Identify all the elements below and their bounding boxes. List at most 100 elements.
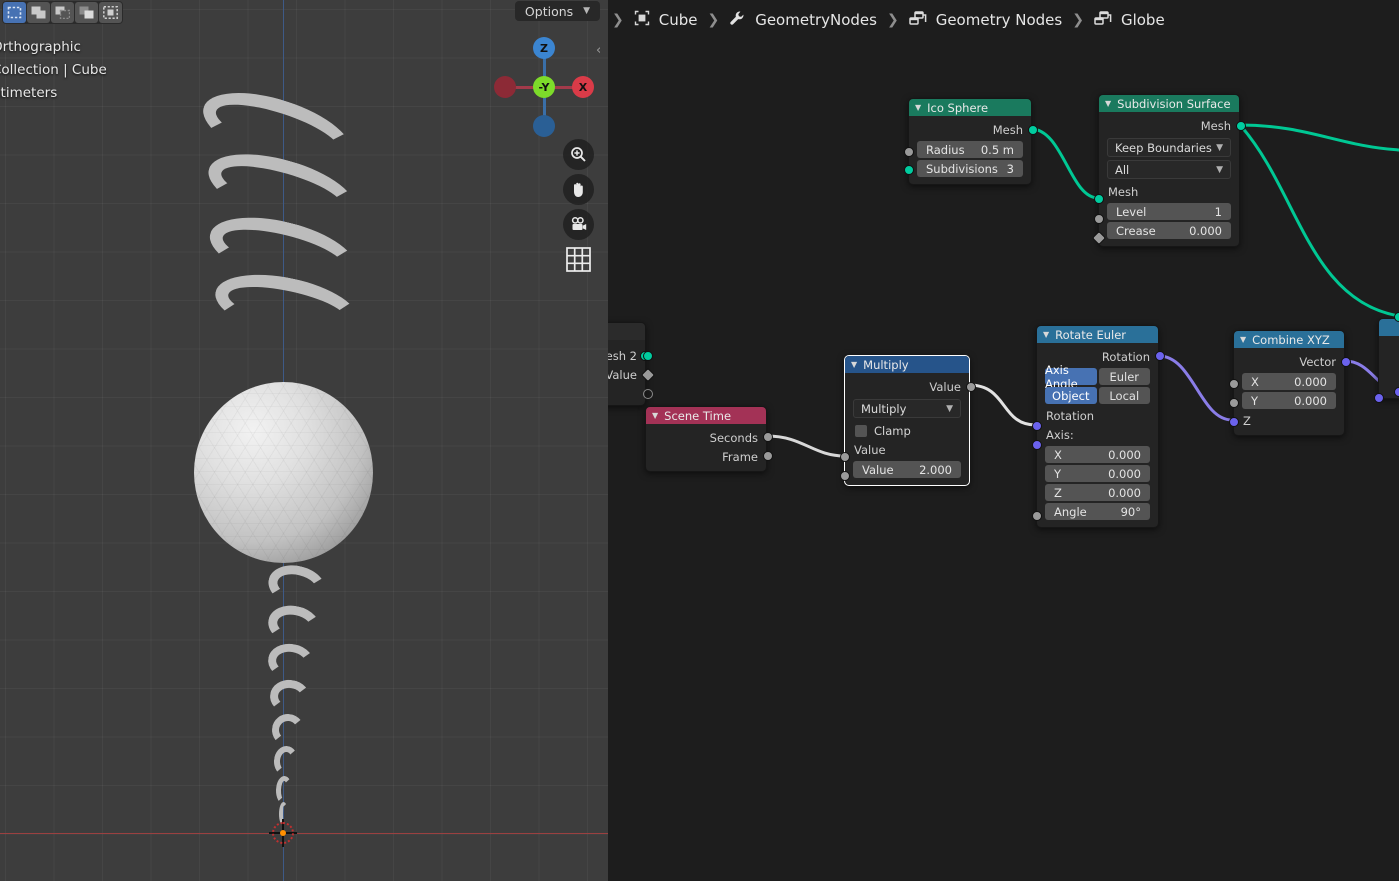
dropdown-operation[interactable]: Multiply ▼ xyxy=(853,399,961,418)
socket-mesh-output[interactable] xyxy=(1236,121,1246,131)
3d-viewport[interactable]: Orthographic Collection | Cube ntimeters… xyxy=(0,0,608,881)
pan-hand-icon[interactable] xyxy=(563,174,594,205)
viewport-options-dropdown[interactable]: Options ▼ xyxy=(515,1,600,21)
select-mode-subtract[interactable] xyxy=(51,2,74,23)
field-subdivisions[interactable]: Subdivisions 3 xyxy=(917,160,1023,177)
socket-vector-clipped[interactable] xyxy=(1394,387,1399,397)
gizmo-neg-z-axis[interactable] xyxy=(533,115,555,137)
field-level[interactable]: Level 1 xyxy=(1107,203,1231,220)
grid-icon[interactable] xyxy=(563,244,594,275)
node-multiply[interactable]: ▼ Multiply Value Multiply ▼ Clamp Value xyxy=(840,355,976,486)
toggle-axis-angle[interactable]: Axis Angle xyxy=(1045,363,1097,391)
field-angle[interactable]: Angle 90° xyxy=(1045,503,1150,520)
node-output-row[interactable]: Value xyxy=(608,365,645,384)
collapse-triangle-icon[interactable]: ▼ xyxy=(652,411,658,420)
socket-x-input[interactable] xyxy=(1229,379,1239,389)
collapse-triangle-icon[interactable]: ▼ xyxy=(1240,335,1246,344)
node-input-z[interactable]: Z xyxy=(1234,411,1344,430)
select-mode-intersect[interactable] xyxy=(99,2,122,23)
gizmo-neg-y-axis[interactable]: -Y xyxy=(533,76,555,98)
dropdown-boundary-smooth[interactable]: Keep Boundaries ▼ xyxy=(1107,138,1231,157)
socket-geometry-clipped[interactable] xyxy=(1394,312,1399,322)
sidebar-collapse-arrow[interactable]: ‹ xyxy=(596,43,601,58)
node-rotate-euler[interactable]: ▼ Rotate Euler Rotation Axis Angle Euler… xyxy=(1032,325,1165,528)
breadcrumb-item-cube[interactable]: Cube xyxy=(626,10,706,30)
collapse-triangle-icon[interactable]: ▼ xyxy=(915,103,921,112)
node-header[interactable]: ▼ Combine XYZ xyxy=(1234,331,1344,348)
node-input-mesh[interactable]: Mesh xyxy=(1099,182,1239,201)
navigation-gizmo[interactable]: Z -Y X xyxy=(489,32,601,144)
socket-value-output[interactable] xyxy=(966,382,976,392)
node-input-value[interactable]: Value xyxy=(845,440,969,459)
socket-axis-input[interactable] xyxy=(1032,440,1042,450)
socket-empty[interactable] xyxy=(643,389,653,399)
dropdown-uv-smooth[interactable]: All ▼ xyxy=(1107,160,1231,179)
camera-icon[interactable] xyxy=(563,209,594,240)
field-radius[interactable]: Radius 0.5 m xyxy=(917,141,1023,158)
gizmo-x-axis[interactable]: X xyxy=(572,76,594,98)
node-output-value[interactable]: Value xyxy=(845,377,969,396)
collapse-triangle-icon[interactable]: ▼ xyxy=(851,360,857,369)
gizmo-z-axis[interactable]: Z xyxy=(533,37,555,59)
viewport-tool-buttons[interactable] xyxy=(563,139,594,275)
node-header[interactable]: ▼ Subdivision Surface xyxy=(1099,95,1239,112)
socket-rotation-output[interactable] xyxy=(1155,351,1165,361)
socket-value-input-a[interactable] xyxy=(840,452,850,462)
toggle-object[interactable]: Object xyxy=(1045,387,1097,404)
toggle-group-space[interactable]: Object Local xyxy=(1045,387,1150,404)
node-clipped-group[interactable]: esh 2 Value xyxy=(608,322,656,406)
node-scene-time[interactable]: ▼ Scene Time Seconds Frame xyxy=(645,406,773,472)
select-mode-set[interactable] xyxy=(3,2,26,23)
node-combine-xyz[interactable]: ▼ Combine XYZ Vector X 0.000 Y 0.000 Z xyxy=(1229,330,1351,436)
socket-y-input[interactable] xyxy=(1229,398,1239,408)
socket-vector-output[interactable] xyxy=(1341,357,1351,367)
node-output-row[interactable]: esh 2 xyxy=(608,346,650,365)
checkbox-clamp[interactable]: Clamp xyxy=(845,421,969,440)
collapse-triangle-icon[interactable]: ▼ xyxy=(1043,330,1049,339)
node-header[interactable]: ▼ Ico Sphere xyxy=(909,99,1031,116)
socket-z-input[interactable] xyxy=(1229,417,1239,427)
socket-vector-input[interactable] xyxy=(1374,393,1384,403)
breadcrumb-item-geometrynodes[interactable]: GeometryNodes xyxy=(721,10,885,31)
toggle-local[interactable]: Local xyxy=(1098,387,1150,404)
node-header[interactable]: ▼ Scene Time xyxy=(646,407,766,424)
select-mode-group[interactable] xyxy=(2,1,123,24)
node-output-vector[interactable]: Vector xyxy=(1234,352,1344,371)
checkbox-box[interactable] xyxy=(855,424,867,437)
breadcrumb-item-globe[interactable]: Globe xyxy=(1086,10,1173,30)
select-mode-extend[interactable] xyxy=(27,2,50,23)
socket-seconds-output[interactable] xyxy=(763,432,773,442)
socket-value-input-b[interactable] xyxy=(840,471,850,481)
field-value[interactable]: Value 2.000 xyxy=(853,461,961,478)
toggle-euler[interactable]: Euler xyxy=(1098,368,1150,385)
field-axis-z[interactable]: Z 0.000 xyxy=(1045,484,1150,501)
socket-level-input[interactable] xyxy=(1094,214,1104,224)
collapse-triangle-icon[interactable]: ▼ xyxy=(1105,99,1111,108)
zoom-icon[interactable] xyxy=(563,139,594,170)
breadcrumb[interactable]: ❯ Cube ❯ GeometryNodes ❯ Geometry Nodes xyxy=(608,0,1173,40)
node-output-mesh[interactable]: Mesh xyxy=(1099,116,1239,135)
gizmo-neg-x-axis[interactable] xyxy=(494,76,516,98)
toggle-group-rotation-type[interactable]: Axis Angle Euler xyxy=(1045,363,1150,391)
node-output-seconds[interactable]: Seconds xyxy=(646,428,766,447)
node-subdivision-surface[interactable]: ▼ Subdivision Surface Mesh Keep Boundari… xyxy=(1091,94,1246,247)
socket-frame-output[interactable] xyxy=(763,451,773,461)
field-crease[interactable]: Crease 0.000 xyxy=(1107,222,1231,239)
select-mode-invert[interactable] xyxy=(75,2,98,23)
socket-mesh-output[interactable] xyxy=(1028,125,1038,135)
node-header[interactable]: ▼ Rotate Euler xyxy=(1037,326,1158,343)
socket-mesh-input[interactable] xyxy=(1094,194,1104,204)
node-input-axis[interactable]: Axis: xyxy=(1037,425,1158,444)
node-output-mesh[interactable]: Mesh xyxy=(909,120,1031,139)
node-input-rotation[interactable]: Rotation xyxy=(1037,406,1158,425)
socket-subdivisions-input[interactable] xyxy=(904,165,914,175)
field-axis-y[interactable]: Y 0.000 xyxy=(1045,465,1150,482)
breadcrumb-item-geometry-nodes-tree[interactable]: Geometry Nodes xyxy=(901,10,1071,30)
socket-rotation-input[interactable] xyxy=(1032,421,1042,431)
field-y[interactable]: Y 0.000 xyxy=(1242,392,1336,409)
socket-radius-input[interactable] xyxy=(904,147,914,157)
node-output-frame[interactable]: Frame xyxy=(646,447,766,466)
node-header[interactable]: ▼ Multiply xyxy=(845,356,969,373)
geometry-node-editor[interactable]: ❯ Cube ❯ GeometryNodes ❯ Geometry Nodes xyxy=(608,0,1399,881)
socket-geometry[interactable] xyxy=(643,351,653,361)
